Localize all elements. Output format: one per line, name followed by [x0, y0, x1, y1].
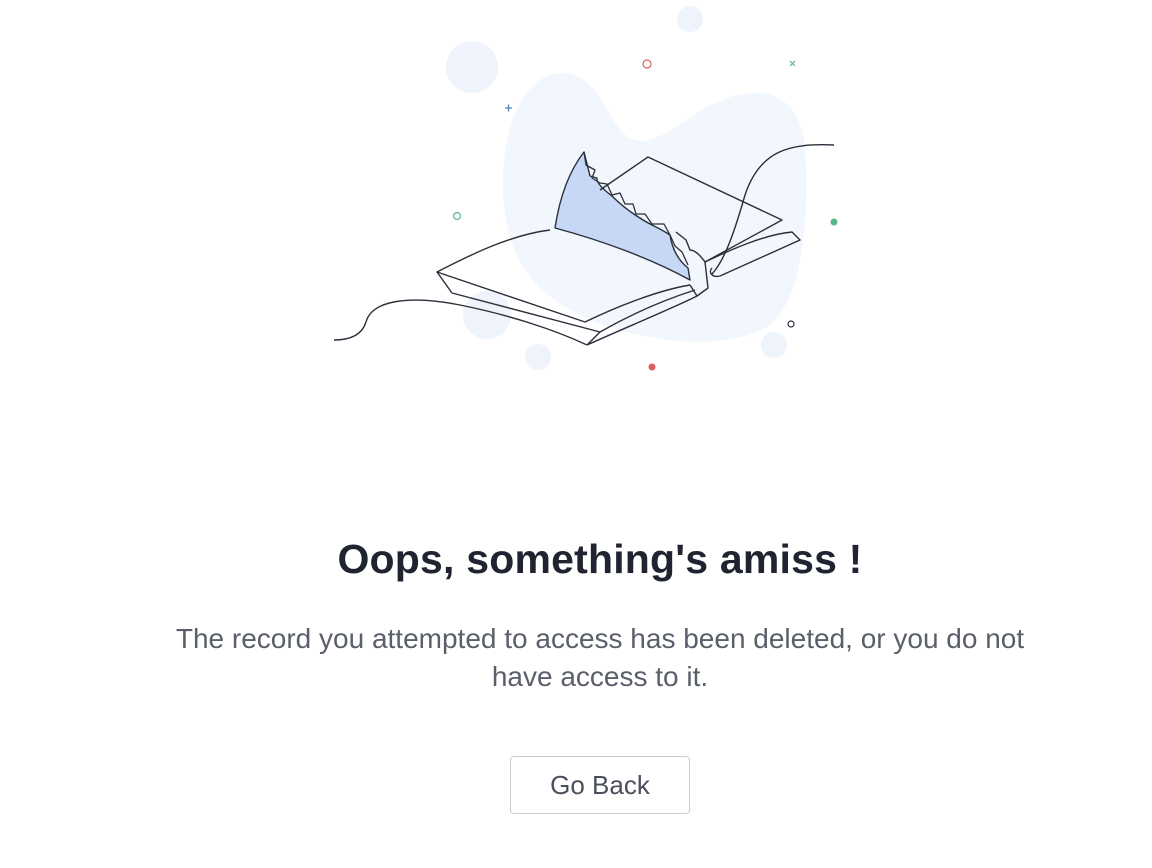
torn-book-illustration: [300, 0, 860, 400]
go-back-button[interactable]: Go Back: [510, 756, 690, 814]
bubble: [525, 344, 551, 370]
deco-dot: [648, 363, 656, 371]
bubble: [677, 6, 703, 32]
background-blob: [502, 72, 807, 342]
deco-cross: [789, 60, 796, 67]
error-title: Oops, something's amiss !: [337, 536, 863, 582]
deco-circle: [642, 59, 652, 69]
deco-dot: [830, 218, 838, 226]
bubble: [761, 332, 787, 358]
flow-line: [333, 299, 588, 346]
deco-circle: [452, 211, 462, 221]
error-message: The record you attempted to access has b…: [175, 623, 1025, 692]
error-page: Oops, something's amiss ! The record you…: [0, 0, 1152, 868]
bubble: [446, 41, 498, 93]
deco-circle: [787, 320, 795, 328]
deco-plus: [505, 104, 512, 112]
